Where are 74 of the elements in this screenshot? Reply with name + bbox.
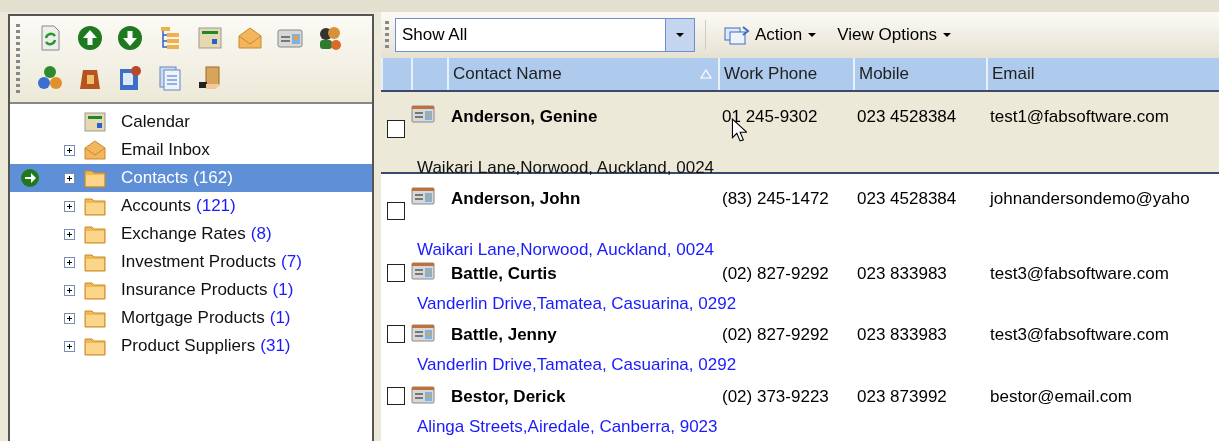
- column-header[interactable]: Work Phone: [718, 57, 853, 90]
- folder-icon: [83, 335, 107, 357]
- address-text: Vanderlin Drive,Tamatea, Casuarina, 0292: [416, 293, 738, 314]
- contact-name: Battle, Curtis: [450, 263, 558, 284]
- table-cell-text: 023 873992: [856, 387, 948, 408]
- calendar-icon[interactable]: [196, 24, 224, 52]
- table-row[interactable]: Bestor, Derick (02) 373-9223 023 873992 bestor@email.com Alinga Streets,Airedale, Canberra, 9023: [381, 379, 1219, 441]
- contact-card-icon: [411, 262, 435, 281]
- column-header[interactable]: Contact Name: [447, 57, 718, 90]
- table-cell-text: (02) 827-9292: [721, 325, 830, 346]
- column-header[interactable]: Mobile: [853, 57, 986, 90]
- table-cell-text: 01 245-9302: [721, 106, 819, 127]
- tree-item[interactable]: Investment Products (7): [117, 250, 306, 274]
- expand-icon[interactable]: [64, 312, 75, 324]
- table-cell-text: johnandersondemo@yaho: [988, 188, 1191, 209]
- checkbox[interactable]: [387, 263, 405, 282]
- table-cell-text: test3@fabsoftware.com: [989, 325, 1170, 346]
- contact-card-icon: [411, 105, 435, 124]
- tree-item[interactable]: Product Suppliers (31): [117, 334, 295, 358]
- table-cell-text: (02) 827-9292: [721, 263, 830, 284]
- folder-icon: [83, 223, 107, 245]
- folder-icon: [83, 251, 107, 273]
- expand-icon[interactable]: [64, 284, 75, 296]
- contact-name: Anderson, Genine: [450, 106, 599, 127]
- tree-item[interactable]: Email Inbox: [117, 138, 214, 162]
- table-row[interactable]: Battle, Jenny (02) 827-9292 023 833983 test3@fabsoftware.com Vanderlin Drive,Tamatea, Casuarina, 0292: [381, 317, 1219, 380]
- checkbox[interactable]: [387, 387, 405, 406]
- table-row[interactable]: Anderson, Genine 01 245-9302 023 4528384 test1@fabsoftware.com Waikari Lane,Norwood, Auckland, 0024: [381, 91, 1219, 174]
- tree-item[interactable]: Accounts (121): [117, 194, 240, 218]
- expand-icon[interactable]: [64, 200, 75, 212]
- contact-card-icon: [411, 323, 435, 342]
- checkbox[interactable]: [387, 325, 405, 344]
- table-cell-text: 023 4528384: [856, 188, 958, 209]
- address-text: Alinga Streets,Airedale, Canberra, 9023: [416, 417, 719, 438]
- table-cell-text: (02) 373-9223: [721, 387, 830, 408]
- menu-button[interactable]: View Options: [829, 20, 961, 49]
- caret-icon: [807, 31, 818, 38]
- sort-icon: [700, 68, 712, 79]
- coins-icon[interactable]: [36, 64, 64, 92]
- table-cell-text: 023 833983: [856, 325, 948, 346]
- folder-icon: [83, 167, 107, 189]
- contact-card-icon: [411, 187, 435, 206]
- expand-icon[interactable]: [64, 172, 75, 184]
- table-cell-text: 023 4528384: [856, 106, 958, 127]
- table-cell-text: (83) 245-1472: [721, 188, 830, 209]
- folder-icon: [83, 195, 107, 217]
- menu-button[interactable]: Action: [716, 20, 826, 49]
- tree-item[interactable]: Mortgage Products (1): [117, 306, 295, 330]
- column-header[interactable]: Email: [986, 57, 1219, 90]
- tree-item[interactable]: Insurance Products (1): [117, 278, 298, 302]
- tree-item[interactable]: Exchange Rates (8): [117, 222, 276, 246]
- table-cell-text: test1@fabsoftware.com: [989, 106, 1170, 127]
- calendar-icon: [83, 111, 107, 133]
- filter-dropdown[interactable]: Show All: [395, 17, 695, 52]
- checkbox[interactable]: [387, 119, 405, 138]
- envelope-icon: [83, 139, 107, 161]
- expand-icon[interactable]: [64, 340, 75, 352]
- address-text: Vanderlin Drive,Tamatea, Casuarina, 0292: [416, 355, 738, 376]
- caret-icon: [675, 31, 685, 38]
- contact-name: Bestor, Derick: [450, 387, 567, 408]
- folder-icon: [83, 279, 107, 301]
- expand-icon[interactable]: [64, 256, 75, 268]
- table-cell-text: test3@fabsoftware.com: [989, 263, 1170, 284]
- tree-item[interactable]: Calendar: [117, 110, 194, 134]
- expand-icon[interactable]: [64, 144, 75, 156]
- contact-card-icon: [411, 385, 435, 404]
- caret-icon: [942, 31, 953, 38]
- expand-icon[interactable]: [64, 228, 75, 240]
- folder-icon: [83, 307, 107, 329]
- table-cell-text: bestor@email.com: [989, 387, 1133, 408]
- contact-name: Battle, Jenny: [450, 325, 558, 346]
- contact-name: Anderson, John: [450, 188, 582, 209]
- table-cell-text: 023 833983: [856, 263, 948, 284]
- checkbox[interactable]: [387, 201, 405, 220]
